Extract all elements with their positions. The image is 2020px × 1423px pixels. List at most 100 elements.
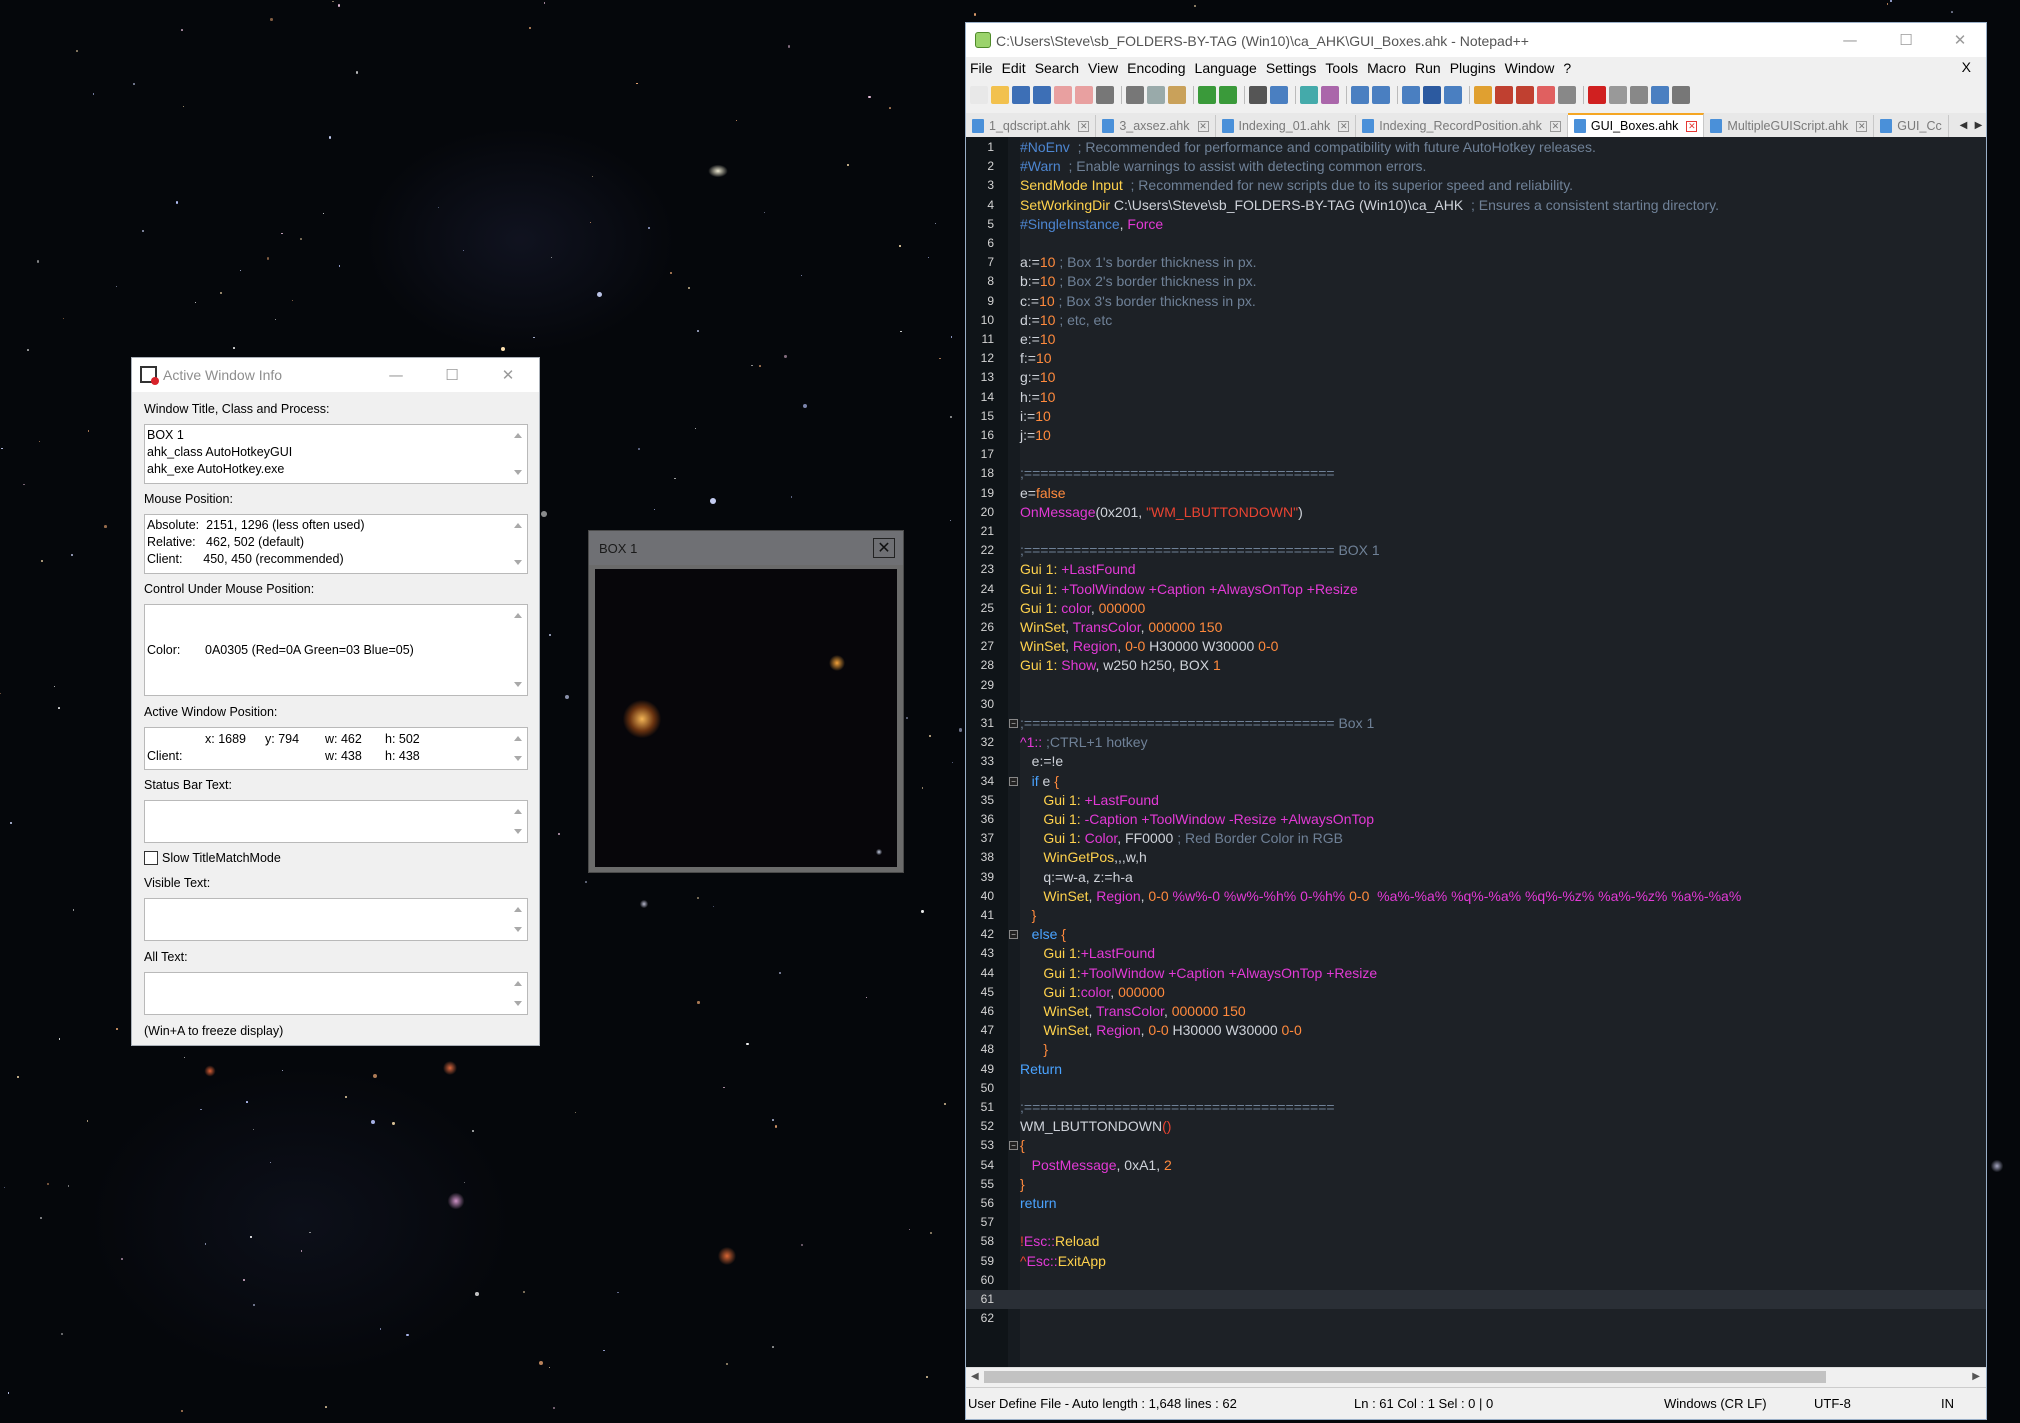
scrollbar[interactable] [510, 515, 527, 573]
print-icon[interactable] [1096, 86, 1114, 104]
code-line[interactable]: 8 b:=10 ; Box 2's border thickness in px. [966, 272, 1986, 291]
play-icon[interactable] [1630, 86, 1648, 104]
scrollbar[interactable] [510, 801, 527, 842]
code-line[interactable]: 31 − ;====================================… [966, 714, 1986, 733]
code-line[interactable]: 21 [966, 522, 1986, 541]
fold-toggle-icon[interactable]: − [1009, 776, 1018, 786]
menu-language[interactable]: Language [1195, 60, 1257, 76]
code-line[interactable]: 61 [966, 1290, 1986, 1310]
code-line[interactable]: 20 OnMessage(0x201, "WM_LBUTTONDOWN") [966, 503, 1986, 522]
code-line[interactable]: 19 e=false [966, 484, 1986, 503]
close-tab-icon[interactable]: ✕ [1338, 120, 1350, 132]
tab-indexing-01-ahk[interactable]: Indexing_01.ahk ✕ [1215, 115, 1357, 137]
code-line[interactable]: 51 ;=====================================… [966, 1098, 1986, 1117]
scrollbar[interactable] [510, 728, 527, 769]
menu-help[interactable]: ? [1563, 60, 1571, 76]
code-line[interactable]: 54 PostMessage, 0xA1, 2 [966, 1156, 1986, 1175]
close-icon[interactable] [1054, 86, 1072, 104]
code-line[interactable]: 22 ;=====================================… [966, 541, 1986, 560]
code-line[interactable]: 60 [966, 1271, 1986, 1290]
code-line[interactable]: 2 #Warn ; Enable warnings to assist with … [966, 157, 1986, 176]
tab-indexing-recordposition-ahk[interactable]: Indexing_RecordPosition.ahk ✕ [1356, 115, 1568, 137]
menu-window[interactable]: Window [1505, 60, 1555, 76]
code-line[interactable]: 23 Gui 1: +LastFound [966, 560, 1986, 579]
code-line[interactable]: 38 WinGetPos,,,w,h [966, 848, 1986, 867]
close-tab-icon[interactable]: ✕ [1078, 120, 1090, 132]
code-line[interactable]: 1 #NoEnv ; Recommended for performance an… [966, 138, 1986, 157]
box1-window[interactable]: BOX 1 ✕ [588, 530, 904, 873]
scroll-down-icon[interactable] [514, 829, 522, 834]
menu-settings[interactable]: Settings [1266, 60, 1317, 76]
copy-icon[interactable] [1147, 86, 1165, 104]
monitor-icon[interactable] [1558, 86, 1576, 104]
close-tab-icon[interactable]: ✕ [1856, 120, 1868, 132]
fold-toggle-icon[interactable]: − [1009, 1141, 1018, 1151]
code-line[interactable]: 42 − else { [966, 925, 1986, 944]
code-line[interactable]: 18 ;=====================================… [966, 464, 1986, 483]
tab-multipleguiscript-ahk[interactable]: MultipleGUIScript.ahk ✕ [1704, 115, 1875, 137]
code-line[interactable]: 9 c:=10 ; Box 3's border thickness in px. [966, 292, 1986, 311]
scroll-up-icon[interactable] [514, 907, 522, 912]
code-line[interactable]: 34 − if e { [966, 772, 1986, 791]
paste-icon[interactable] [1168, 86, 1186, 104]
scroll-up-icon[interactable] [514, 613, 522, 618]
code-line[interactable]: 32 ^1:: ;CTRL+1 hotkey [966, 733, 1986, 752]
menu-macro[interactable]: Macro [1367, 60, 1406, 76]
box1-titlebar[interactable]: BOX 1 ✕ [589, 531, 903, 565]
replace-icon[interactable] [1270, 86, 1288, 104]
chevron-right-icon[interactable]: ▶ [1975, 120, 1983, 131]
code-line[interactable]: 35 Gui 1: +LastFound [966, 791, 1986, 810]
indent-guide-icon[interactable] [1444, 86, 1462, 104]
func-list-icon[interactable] [1516, 86, 1534, 104]
maximize-icon[interactable]: ☐ [1878, 23, 1934, 57]
code-line[interactable]: 57 [966, 1213, 1986, 1232]
sync-h-icon[interactable] [1372, 86, 1390, 104]
code-line[interactable]: 58 !Esc::Reload [966, 1232, 1986, 1251]
scrollbar[interactable] [510, 605, 527, 695]
code-line[interactable]: 41 } [966, 906, 1986, 925]
code-line[interactable]: 17 [966, 445, 1986, 464]
scroll-up-icon[interactable] [514, 523, 522, 528]
code-line[interactable]: 59 ^Esc::ExitApp [966, 1252, 1986, 1271]
maximize-icon[interactable]: ☐ [424, 358, 480, 392]
wrap-icon[interactable] [1402, 86, 1420, 104]
scroll-up-icon[interactable] [514, 809, 522, 814]
npp-titlebar[interactable]: C:\Users\Steve\sb_FOLDERS-BY-TAG (Win10)… [966, 23, 1986, 57]
code-line[interactable]: 52 WM_LBUTTONDOWN() [966, 1117, 1986, 1136]
scroll-down-icon[interactable] [514, 927, 522, 932]
find-icon[interactable] [1249, 86, 1267, 104]
fold-toggle-icon[interactable]: − [1009, 930, 1018, 940]
menu-file[interactable]: File [970, 60, 993, 76]
close-icon[interactable]: ✕ [480, 358, 536, 392]
code-line[interactable]: 25 Gui 1: color, 000000 [966, 599, 1986, 618]
tab-gui-cc[interactable]: GUI_Cc [1874, 115, 1949, 137]
undo-icon[interactable] [1198, 86, 1216, 104]
all-text-field[interactable] [144, 972, 528, 1015]
tab-scroll-buttons[interactable]: ◀ ▶ [1956, 113, 1986, 137]
minimize-icon[interactable]: — [1822, 23, 1878, 57]
code-line[interactable]: 49 Return [966, 1060, 1986, 1079]
tab-1-qdscript-ahk[interactable]: 1_qdscript.ahk ✕ [966, 115, 1097, 137]
save-icon[interactable] [1012, 86, 1030, 104]
redo-icon[interactable] [1219, 86, 1237, 104]
code-line[interactable]: 3 SendMode Input ; Recommended for new sc… [966, 176, 1986, 195]
mouse-position-field[interactable]: Absolute: 2151, 1296 (less often used) R… [144, 514, 528, 574]
code-editor[interactable]: 1 #NoEnv ; Recommended for performance an… [966, 137, 1986, 1367]
active-window-position-field[interactable]: x: 1689 y: 794 w: 462 h: 502 Client: w: … [144, 727, 528, 770]
code-line[interactable]: 28 Gui 1: Show, w250 h250, BOX 1 [966, 656, 1986, 675]
code-line[interactable]: 12 f:=10 [966, 349, 1986, 368]
close-icon[interactable]: ✕ [873, 538, 895, 558]
code-line[interactable]: 14 h:=10 [966, 388, 1986, 407]
zoom-out-icon[interactable] [1321, 86, 1339, 104]
scrollbar[interactable] [510, 425, 527, 483]
code-line[interactable]: 15 i:=10 [966, 407, 1986, 426]
code-line[interactable]: 30 [966, 695, 1986, 714]
window-title-field[interactable]: BOX 1 ahk_class AutoHotkeyGUI ahk_exe Au… [144, 424, 528, 484]
close-all-icon[interactable] [1075, 86, 1093, 104]
record-icon[interactable] [1588, 86, 1606, 104]
code-line[interactable]: 7 a:=10 ; Box 1's border thickness in px. [966, 253, 1986, 272]
tab-gui-boxes-ahk[interactable]: GUI_Boxes.ahk ✕ [1567, 113, 1705, 137]
tab-3-axsez-ahk[interactable]: 3_axsez.ahk ✕ [1096, 115, 1216, 137]
scroll-up-icon[interactable] [514, 981, 522, 986]
menu-view[interactable]: View [1088, 60, 1118, 76]
